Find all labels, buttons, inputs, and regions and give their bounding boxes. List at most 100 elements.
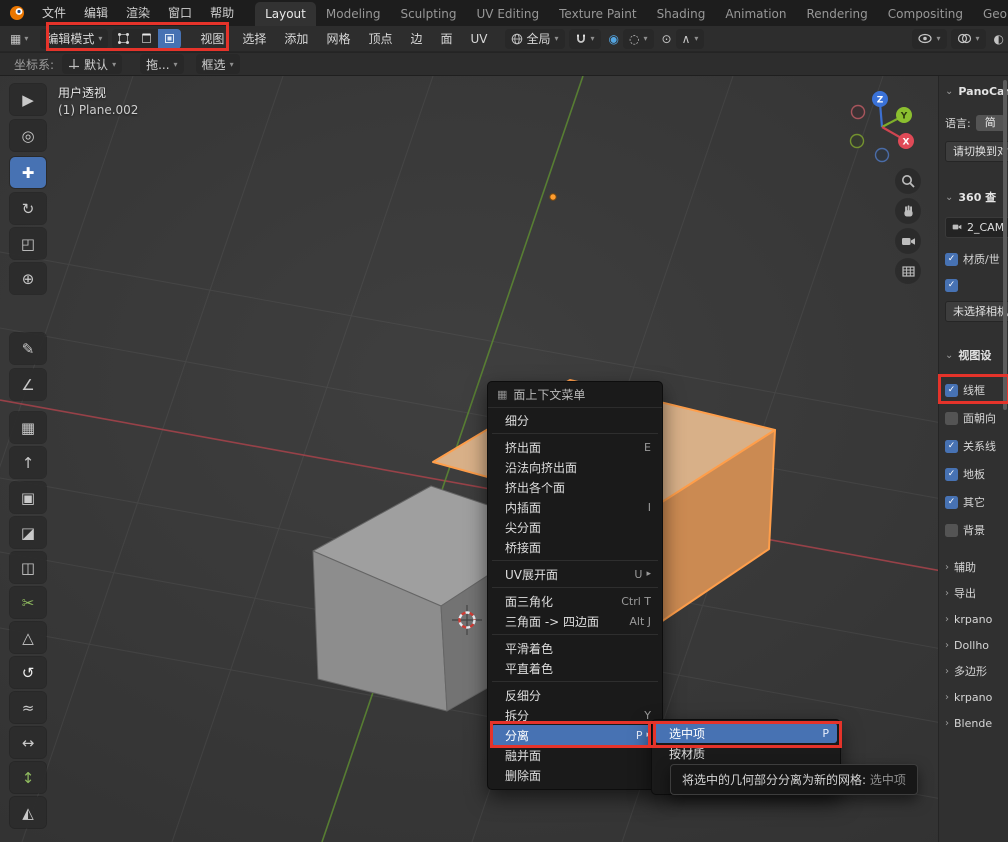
tweak-tool-button[interactable]: ▶: [10, 84, 46, 115]
submenu-item-selection[interactable]: 选中项 P: [655, 723, 837, 743]
show-object-types-dropdown[interactable]: ▾: [912, 29, 946, 49]
zoom-button[interactable]: [895, 168, 921, 194]
snap-dropdown[interactable]: ▾: [569, 29, 601, 49]
menu-item-inset-faces[interactable]: 内插面 I: [491, 497, 659, 517]
tab-compositing[interactable]: Compositing: [878, 2, 973, 26]
edge-select-mode-button[interactable]: [135, 29, 158, 49]
render-menu[interactable]: 渲染: [117, 0, 159, 26]
orientation-preset-dropdown[interactable]: 默认 ▾: [62, 54, 122, 74]
polygon-section-header[interactable]: › 多边形: [945, 662, 1008, 680]
tab-shading[interactable]: Shading: [647, 2, 716, 26]
drag-dropdown[interactable]: 拖... ▾: [140, 54, 183, 74]
transform-orientation-dropdown[interactable]: 全局 ▾: [505, 29, 565, 49]
other-checkbox[interactable]: ✓ 其它: [945, 493, 1008, 511]
poly-build-tool-button[interactable]: △: [10, 622, 46, 653]
no-camera-button[interactable]: 未选择相机: [945, 301, 1008, 322]
snap-enabled-button[interactable]: ◉: [605, 29, 623, 49]
inset-tool-button[interactable]: ▣: [10, 482, 46, 513]
view-menu[interactable]: 视图: [191, 26, 233, 52]
blender-logo-icon[interactable]: [8, 4, 26, 22]
tab-texture-paint[interactable]: Texture Paint: [549, 2, 646, 26]
window-menu[interactable]: 窗口: [159, 0, 201, 26]
menu-item-triangulate[interactable]: 面三角化 Ctrl T: [491, 591, 659, 611]
move-tool-button[interactable]: ✚: [10, 157, 46, 188]
krpano-section-header[interactable]: › krpano: [945, 610, 1008, 628]
krpano2-section-header[interactable]: › krpano: [945, 688, 1008, 706]
viewport-settings-section-header[interactable]: ⌄ 视图设: [945, 346, 1008, 364]
menu-item-split[interactable]: 拆分 Y: [491, 705, 659, 725]
shading-solid-button[interactable]: ◐: [990, 29, 1008, 49]
menu-item-delete-faces[interactable]: 删除面: [491, 765, 659, 785]
edge-menu[interactable]: 边: [401, 26, 431, 52]
menu-item-unsubdivide[interactable]: 反细分: [491, 685, 659, 705]
camera-view-button[interactable]: [895, 228, 921, 254]
loop-cut-tool-button[interactable]: ◫: [10, 552, 46, 583]
vertex-menu[interactable]: 顶点: [359, 26, 401, 52]
cursor-tool-button[interactable]: ◎: [10, 120, 46, 151]
falloff-dropdown[interactable]: ∧ ▾: [676, 29, 705, 49]
editor-type-button[interactable]: ▦ ▾: [6, 29, 32, 49]
help-menu[interactable]: 帮助: [201, 0, 243, 26]
camera-select-dropdown[interactable]: 2_CAM: [945, 217, 1008, 238]
view360-section-header[interactable]: ⌄ 360 查: [945, 188, 1008, 206]
scale-tool-button[interactable]: ◰: [10, 228, 46, 259]
language-dropdown[interactable]: 简: [976, 115, 1005, 131]
menu-item-extrude-along-normals[interactable]: 沿法向挤出面: [491, 457, 659, 477]
tab-modeling[interactable]: Modeling: [316, 2, 391, 26]
measure-tool-button[interactable]: ∠: [10, 369, 46, 400]
annotate-tool-button[interactable]: ✎: [10, 333, 46, 364]
wireframe-checkbox[interactable]: ✓ 线框: [945, 381, 1008, 399]
tab-layout[interactable]: Layout: [255, 2, 316, 26]
knife-tool-button[interactable]: ✂: [10, 587, 46, 618]
assist-section-header[interactable]: › 辅助: [945, 558, 1008, 576]
shrink-tool-button[interactable]: ↕: [10, 762, 46, 793]
tab-geometry-nodes[interactable]: Geometry Nodes: [973, 2, 1008, 26]
submenu-item-by-material[interactable]: 按材质: [655, 743, 837, 763]
tab-animation[interactable]: Animation: [715, 2, 796, 26]
ortho-toggle-button[interactable]: [895, 258, 921, 284]
relationship-lines-checkbox[interactable]: ✓ 关系线: [945, 437, 1008, 455]
extrude-tool-button[interactable]: ↑: [10, 447, 46, 478]
pan-button[interactable]: [895, 198, 921, 224]
menu-item-uv-unwrap[interactable]: UV展开面 U ▸: [491, 564, 659, 584]
mode-dropdown[interactable]: 编辑模式 ▾: [40, 29, 108, 49]
menu-item-extrude-faces[interactable]: 挤出面 E: [491, 437, 659, 457]
spin-tool-button[interactable]: ↺: [10, 657, 46, 688]
menu-item-poke-faces[interactable]: 尖分面: [491, 517, 659, 537]
secondary-checkbox[interactable]: ✓: [945, 276, 1008, 294]
panel-scrollbar[interactable]: [1003, 80, 1007, 410]
gizmo-minus-y[interactable]: [851, 135, 864, 148]
menu-item-separate[interactable]: 分离 P ▸: [491, 725, 659, 745]
tab-uv-editing[interactable]: UV Editing: [467, 2, 550, 26]
dollhouse-section-header[interactable]: › Dollho: [945, 636, 1008, 654]
transform-tool-button[interactable]: ⊕: [10, 263, 46, 294]
menu-item-tris-to-quads[interactable]: 三角面 -> 四边面 Alt J: [491, 611, 659, 631]
face-orientation-checkbox[interactable]: 面朝向: [945, 409, 1008, 427]
overlays-dropdown[interactable]: ▾: [951, 29, 986, 49]
edit-menu[interactable]: 编辑: [75, 0, 117, 26]
floor-checkbox[interactable]: ✓ 地板: [945, 465, 1008, 483]
edge-slide-tool-button[interactable]: ↔: [10, 727, 46, 758]
rip-tool-button[interactable]: ◭: [10, 797, 46, 828]
tab-rendering[interactable]: Rendering: [797, 2, 878, 26]
menu-item-shade-flat[interactable]: 平直着色: [491, 658, 659, 678]
switch-mode-button[interactable]: 请切换到对: [945, 141, 1008, 162]
rotate-tool-button[interactable]: ↻: [10, 193, 46, 224]
panocam-section-header[interactable]: ⌄ PanoCam: [945, 82, 1008, 100]
gizmo-minus-x[interactable]: [852, 106, 865, 119]
bevel-tool-button[interactable]: ◪: [10, 517, 46, 548]
select-menu[interactable]: 选择: [233, 26, 275, 52]
tab-sculpting[interactable]: Sculpting: [390, 2, 466, 26]
box-select-dropdown[interactable]: 框选 ▾: [196, 54, 240, 74]
menu-item-dissolve-faces[interactable]: 融并面: [491, 745, 659, 765]
face-menu[interactable]: 面: [431, 26, 461, 52]
snap-center-button[interactable]: ⊙: [658, 29, 676, 49]
add-cube-tool-button[interactable]: ▦: [10, 412, 46, 443]
menu-item-bridge-faces[interactable]: 桥接面: [491, 537, 659, 557]
face-select-mode-button[interactable]: [158, 29, 181, 49]
material-world-checkbox[interactable]: ✓ 材质/世: [945, 250, 1008, 268]
mesh-menu[interactable]: 网格: [317, 26, 359, 52]
blender-section-header[interactable]: › Blende: [945, 714, 1008, 732]
vertex-select-mode-button[interactable]: [112, 29, 135, 49]
proportional-editing-dropdown[interactable]: ◌ ▾: [623, 29, 654, 49]
